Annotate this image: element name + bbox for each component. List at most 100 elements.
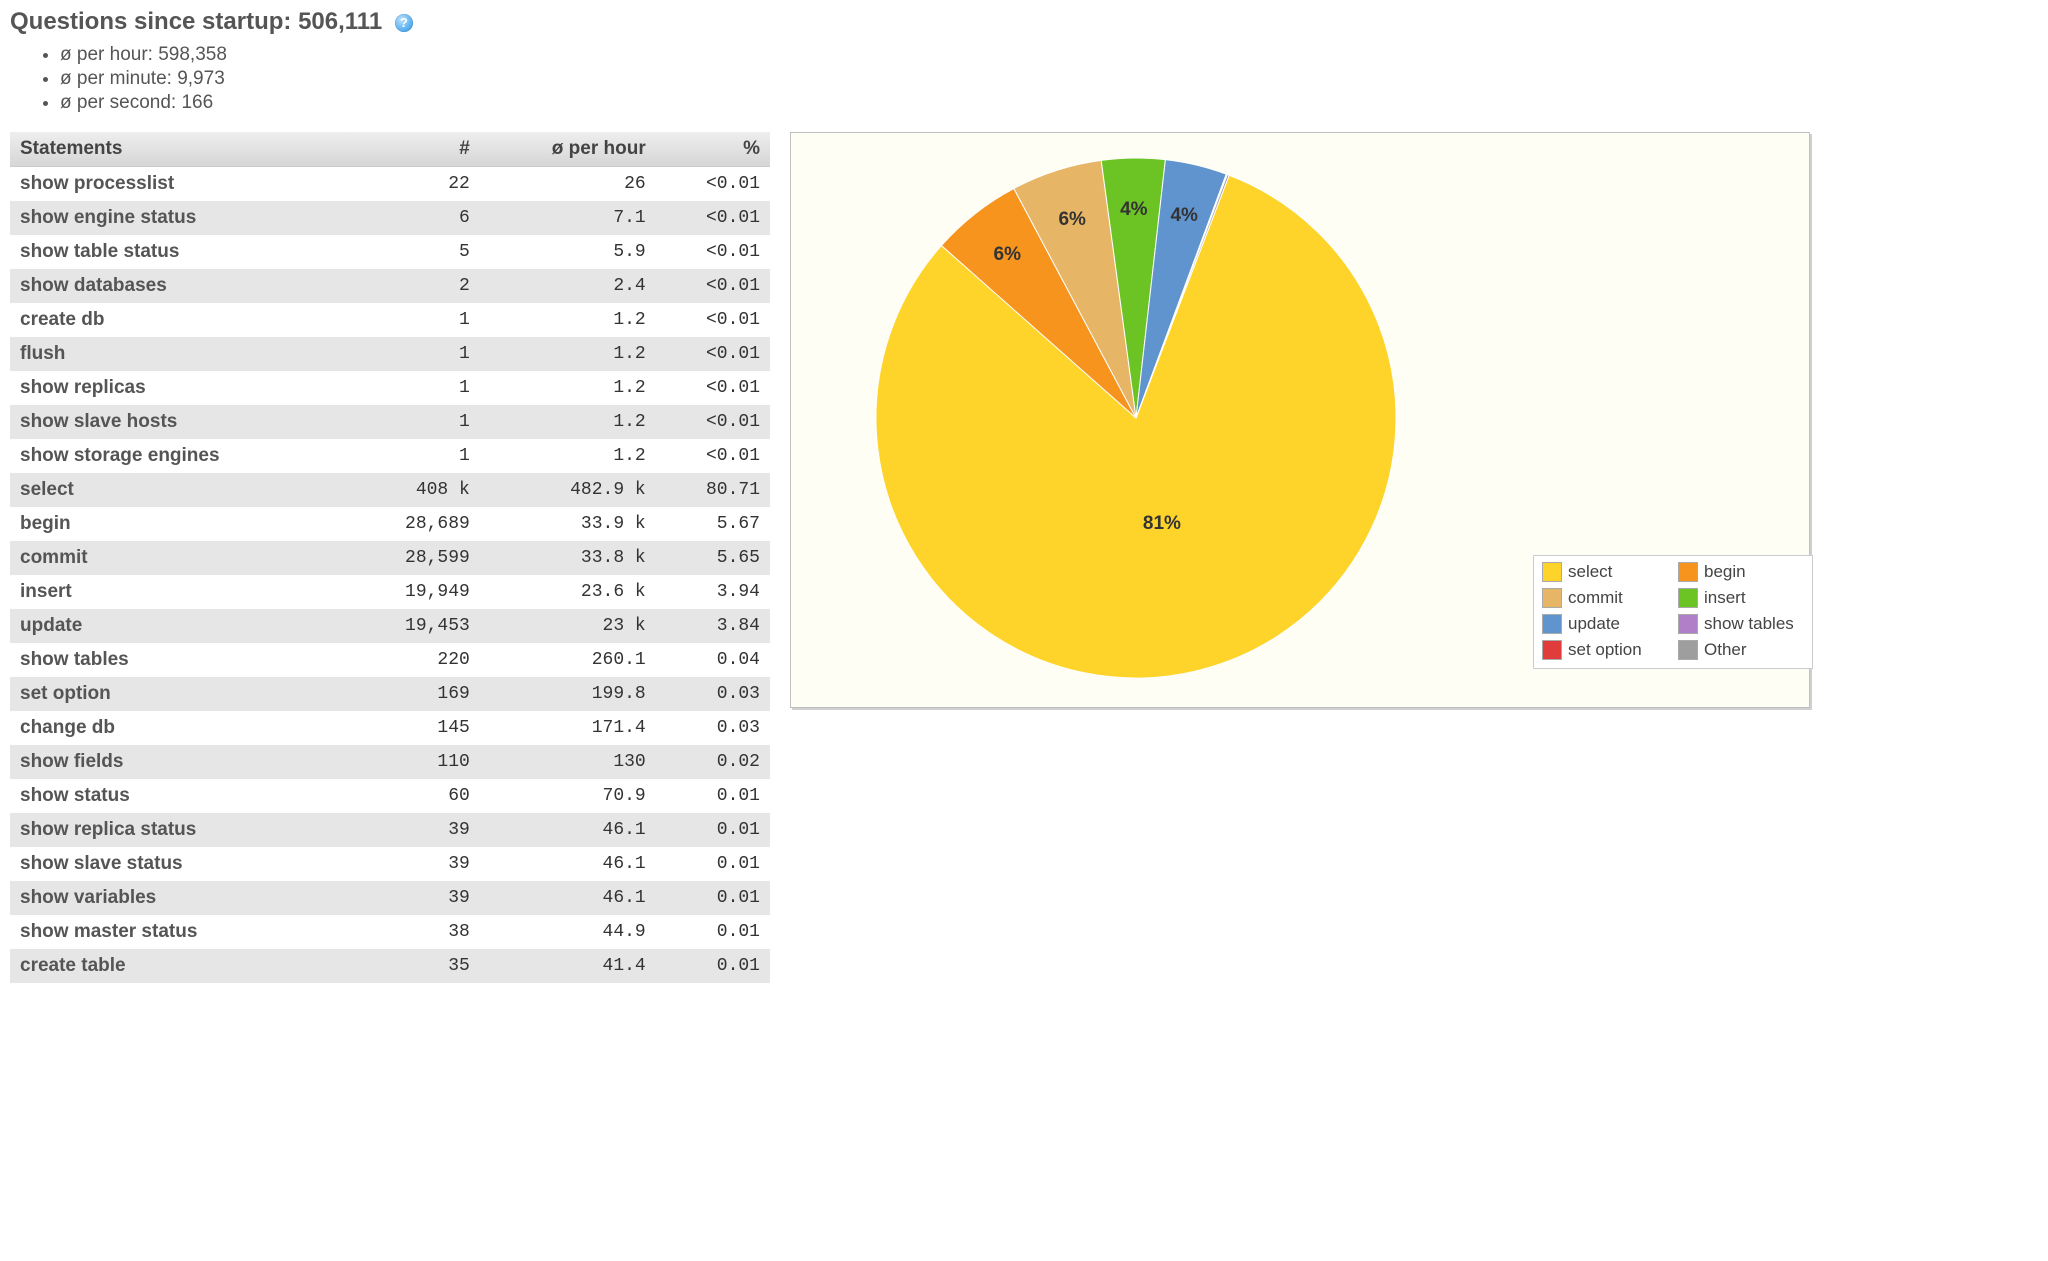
stmt-name: select bbox=[10, 473, 349, 507]
stmt-per-hour: 7.1 bbox=[480, 201, 656, 235]
table-row: show replica status3946.10.01 bbox=[10, 813, 770, 847]
stmt-name: update bbox=[10, 609, 349, 643]
stmt-name: set option bbox=[10, 677, 349, 711]
table-row: begin28,68933.9 k5.67 bbox=[10, 507, 770, 541]
stmt-count: 145 bbox=[349, 711, 480, 745]
legend-label: update bbox=[1568, 614, 1620, 634]
legend-item[interactable]: set option bbox=[1542, 640, 1668, 660]
stmt-count: 5 bbox=[349, 235, 480, 269]
stmt-name: show databases bbox=[10, 269, 349, 303]
stmt-per-hour: 33.8 k bbox=[480, 541, 656, 575]
stmt-name: show slave status bbox=[10, 847, 349, 881]
legend-label: commit bbox=[1568, 588, 1623, 608]
stmt-name: show replica status bbox=[10, 813, 349, 847]
col-statements[interactable]: Statements bbox=[10, 132, 349, 167]
stmt-name: flush bbox=[10, 337, 349, 371]
stmt-name: show engine status bbox=[10, 201, 349, 235]
table-row: create db11.2<0.01 bbox=[10, 303, 770, 337]
stmt-per-hour: 1.2 bbox=[480, 371, 656, 405]
stmt-count: 6 bbox=[349, 201, 480, 235]
table-row: show replicas11.2<0.01 bbox=[10, 371, 770, 405]
stmt-name: show table status bbox=[10, 235, 349, 269]
legend-label: Other bbox=[1704, 640, 1747, 660]
stmt-percent: <0.01 bbox=[656, 201, 770, 235]
stmt-per-hour: 44.9 bbox=[480, 915, 656, 949]
stmt-per-hour: 1.2 bbox=[480, 303, 656, 337]
stmt-percent: 5.65 bbox=[656, 541, 770, 575]
table-row: insert19,94923.6 k3.94 bbox=[10, 575, 770, 609]
stmt-name: show variables bbox=[10, 881, 349, 915]
summary-per-second: ø per second: 166 bbox=[60, 92, 2038, 114]
col-count[interactable]: # bbox=[349, 132, 480, 167]
table-row: show engine status67.1<0.01 bbox=[10, 201, 770, 235]
stmt-per-hour: 23 k bbox=[480, 609, 656, 643]
stmt-name: create db bbox=[10, 303, 349, 337]
stmt-count: 1 bbox=[349, 439, 480, 473]
legend-swatch bbox=[1678, 562, 1698, 582]
stmt-per-hour: 70.9 bbox=[480, 779, 656, 813]
stmt-percent: 3.84 bbox=[656, 609, 770, 643]
stmt-per-hour: 33.9 k bbox=[480, 507, 656, 541]
legend-item[interactable]: Other bbox=[1678, 640, 1804, 660]
legend-item[interactable]: show tables bbox=[1678, 614, 1804, 634]
help-icon[interactable]: ? bbox=[395, 14, 413, 32]
stmt-percent: 0.04 bbox=[656, 643, 770, 677]
stmt-percent: 80.71 bbox=[656, 473, 770, 507]
stmt-count: 39 bbox=[349, 813, 480, 847]
stmt-name: show storage engines bbox=[10, 439, 349, 473]
stmt-per-hour: 46.1 bbox=[480, 813, 656, 847]
stmt-count: 220 bbox=[349, 643, 480, 677]
title-prefix: Questions since startup: bbox=[10, 8, 298, 35]
stmt-name: change db bbox=[10, 711, 349, 745]
stmt-percent: <0.01 bbox=[656, 405, 770, 439]
stmt-name: show processlist bbox=[10, 167, 349, 202]
col-per-hour[interactable]: ø per hour bbox=[480, 132, 656, 167]
table-row: show databases22.4<0.01 bbox=[10, 269, 770, 303]
legend-item[interactable]: update bbox=[1542, 614, 1668, 634]
stmt-count: 39 bbox=[349, 847, 480, 881]
stmt-percent: 0.01 bbox=[656, 813, 770, 847]
stmt-percent: 0.01 bbox=[656, 949, 770, 983]
chart-legend: select begin commit insert update show tables… bbox=[1533, 555, 1813, 669]
legend-label: insert bbox=[1704, 588, 1746, 608]
statements-table: Statements # ø per hour % show processli… bbox=[10, 132, 770, 983]
stmt-per-hour: 46.1 bbox=[480, 881, 656, 915]
table-row: show status6070.90.01 bbox=[10, 779, 770, 813]
stmt-count: 169 bbox=[349, 677, 480, 711]
col-percent[interactable]: % bbox=[656, 132, 770, 167]
table-row: update19,45323 k3.84 bbox=[10, 609, 770, 643]
stmt-percent: 5.67 bbox=[656, 507, 770, 541]
stmt-count: 39 bbox=[349, 881, 480, 915]
legend-label: set option bbox=[1568, 640, 1642, 660]
table-row: show processlist2226<0.01 bbox=[10, 167, 770, 202]
table-row: commit28,59933.8 k5.65 bbox=[10, 541, 770, 575]
stmt-percent: 0.01 bbox=[656, 881, 770, 915]
stmt-per-hour: 199.8 bbox=[480, 677, 656, 711]
legend-item[interactable]: insert bbox=[1678, 588, 1804, 608]
legend-swatch bbox=[1542, 614, 1562, 634]
legend-swatch bbox=[1542, 640, 1562, 660]
stmt-percent: <0.01 bbox=[656, 235, 770, 269]
title-value: 506,111 bbox=[298, 8, 382, 35]
stmt-count: 1 bbox=[349, 405, 480, 439]
stmt-per-hour: 26 bbox=[480, 167, 656, 202]
legend-swatch bbox=[1542, 588, 1562, 608]
stmt-count: 60 bbox=[349, 779, 480, 813]
table-row: change db145171.40.03 bbox=[10, 711, 770, 745]
stmt-per-hour: 2.4 bbox=[480, 269, 656, 303]
stmt-percent: 0.01 bbox=[656, 847, 770, 881]
summary-list: ø per hour: 598,358 ø per minute: 9,973 … bbox=[60, 44, 2038, 114]
stmt-percent: <0.01 bbox=[656, 371, 770, 405]
legend-item[interactable]: select bbox=[1542, 562, 1668, 582]
stmt-percent: <0.01 bbox=[656, 337, 770, 371]
legend-item[interactable]: begin bbox=[1678, 562, 1804, 582]
stmt-percent: 0.03 bbox=[656, 711, 770, 745]
stmt-count: 19,453 bbox=[349, 609, 480, 643]
table-row: show variables3946.10.01 bbox=[10, 881, 770, 915]
legend-item[interactable]: commit bbox=[1542, 588, 1668, 608]
stmt-count: 35 bbox=[349, 949, 480, 983]
stmt-count: 28,689 bbox=[349, 507, 480, 541]
legend-swatch bbox=[1542, 562, 1562, 582]
stmt-per-hour: 482.9 k bbox=[480, 473, 656, 507]
stmt-per-hour: 1.2 bbox=[480, 337, 656, 371]
